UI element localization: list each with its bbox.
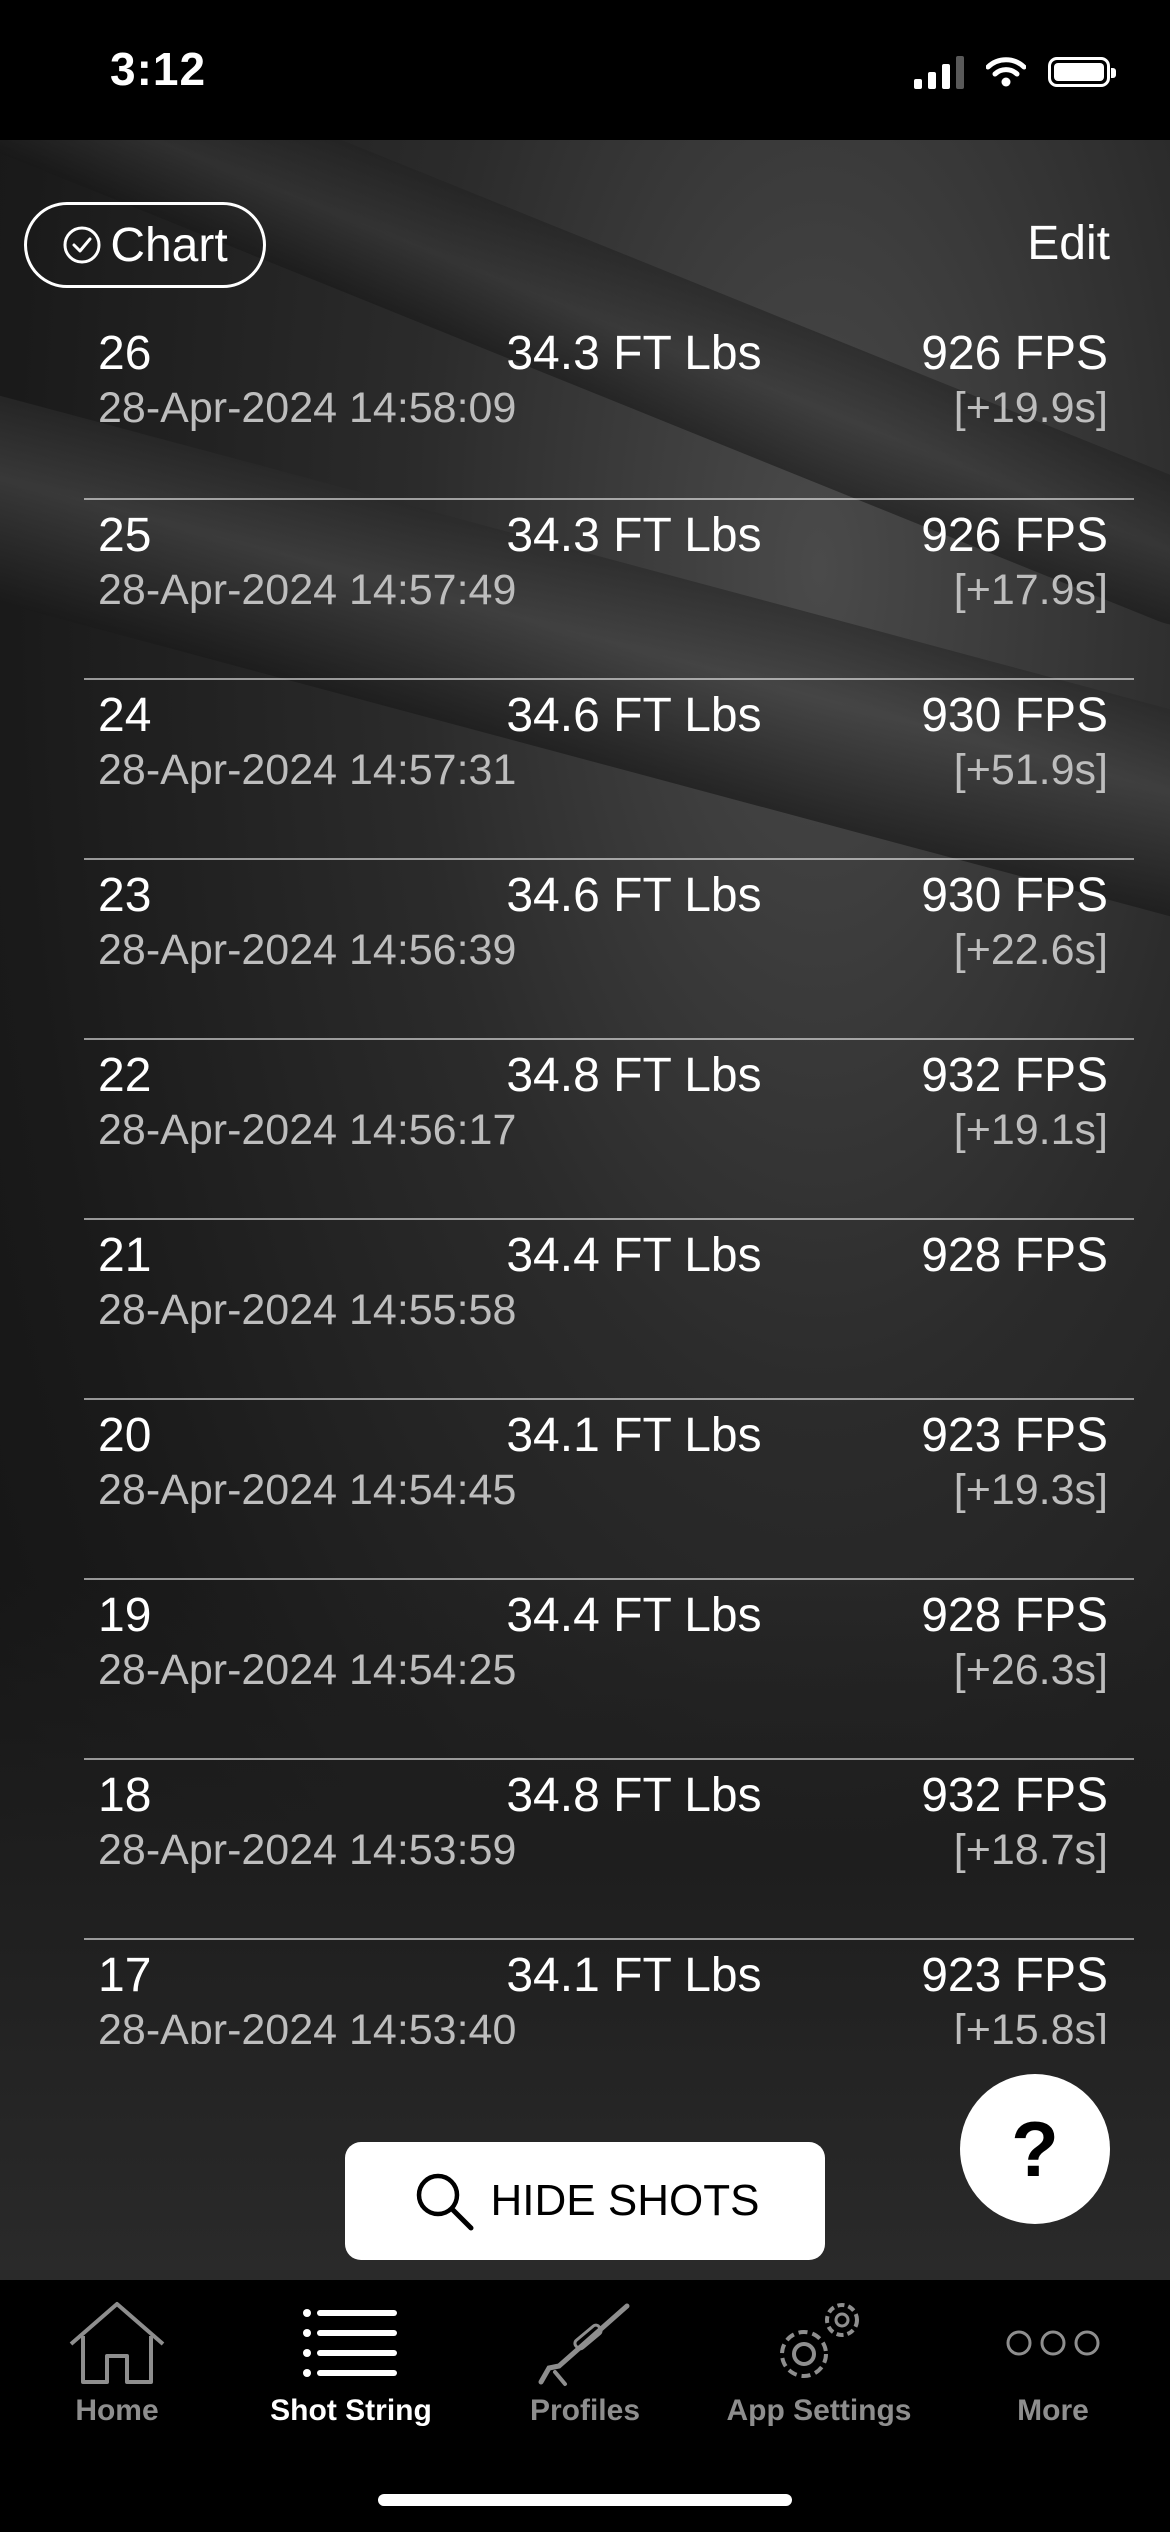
edit-button[interactable]: Edit — [1027, 216, 1110, 271]
shot-row[interactable]: 26 34.3 FT Lbs 926 FPS 28-Apr-2024 14:58… — [84, 318, 1134, 498]
shot-timestamp: 28-Apr-2024 14:56:17 — [98, 1106, 517, 1154]
shot-timestamp: 28-Apr-2024 14:56:39 — [98, 926, 517, 974]
status-icons — [914, 52, 1116, 92]
shot-velocity: 928 FPS — [921, 1589, 1108, 1642]
shot-velocity: 932 FPS — [921, 1769, 1108, 1822]
tab-label: Shot String — [270, 2394, 432, 2427]
home-indicator — [378, 2494, 792, 2506]
shot-energy: 34.1 FT Lbs — [506, 1409, 762, 1462]
wifi-icon — [986, 57, 1026, 87]
shot-number: 24 — [98, 689, 152, 742]
shot-number: 21 — [98, 1229, 152, 1282]
shot-interval: [+15.8s] — [953, 2006, 1108, 2044]
shot-energy: 34.3 FT Lbs — [506, 327, 762, 380]
tab-home[interactable]: Home — [0, 2298, 234, 2438]
shot-timestamp: 28-Apr-2024 14:53:59 — [98, 1826, 517, 1874]
shot-energy: 34.8 FT Lbs — [506, 1049, 762, 1102]
tab-label: Home — [75, 2394, 159, 2427]
shot-number: 26 — [98, 327, 152, 380]
rifle-icon — [538, 2303, 630, 2386]
hide-shots-label: HIDE SHOTS — [490, 2176, 760, 2225]
tab-profiles[interactable]: Profiles — [468, 2298, 702, 2438]
tab-shot-string[interactable]: Shot String — [234, 2298, 468, 2438]
shot-energy: 34.4 FT Lbs — [506, 1229, 762, 1282]
shot-number: 20 — [98, 1409, 152, 1462]
shot-energy: 34.6 FT Lbs — [506, 869, 762, 922]
shot-row[interactable]: 21 34.4 FT Lbs 928 FPS 28-Apr-2024 14:55… — [84, 1218, 1134, 1398]
shot-timestamp: 28-Apr-2024 14:53:40 — [98, 2006, 517, 2044]
shot-timestamp: 28-Apr-2024 14:54:45 — [98, 1466, 517, 1514]
shot-timestamp: 28-Apr-2024 14:54:25 — [98, 1646, 517, 1694]
shot-velocity: 932 FPS — [921, 1049, 1108, 1102]
chart-toggle-button[interactable]: Chart — [24, 202, 266, 288]
shot-interval: [+22.6s] — [953, 926, 1108, 974]
shot-energy: 34.4 FT Lbs — [506, 1589, 762, 1642]
more-icon — [1006, 2330, 1100, 2356]
tab-label: More — [1017, 2394, 1089, 2427]
shot-interval: [+51.9s] — [953, 746, 1108, 794]
shot-energy: 34.8 FT Lbs — [506, 1769, 762, 1822]
shot-row[interactable]: 20 34.1 FT Lbs 923 FPS 28-Apr-2024 14:54… — [84, 1398, 1134, 1578]
shot-number: 18 — [98, 1769, 152, 1822]
shot-number: 22 — [98, 1049, 152, 1102]
shot-number: 23 — [98, 869, 152, 922]
search-icon — [416, 2173, 474, 2231]
shot-row[interactable]: 18 34.8 FT Lbs 932 FPS 28-Apr-2024 14:53… — [84, 1758, 1134, 1938]
shot-velocity: 928 FPS — [921, 1229, 1108, 1282]
home-icon — [69, 2302, 165, 2384]
shot-velocity: 930 FPS — [921, 689, 1108, 742]
shot-row[interactable]: 23 34.6 FT Lbs 930 FPS 28-Apr-2024 14:56… — [84, 858, 1134, 1038]
hide-shots-button[interactable]: HIDE SHOTS — [345, 2142, 825, 2260]
shot-timestamp: 28-Apr-2024 14:55:58 — [98, 1286, 517, 1334]
tab-app-settings[interactable]: App Settings — [702, 2298, 936, 2438]
tab-more[interactable]: More — [936, 2298, 1170, 2438]
list-icon — [303, 2309, 397, 2377]
shot-velocity: 926 FPS — [921, 509, 1108, 562]
cellular-signal-icon — [914, 55, 964, 89]
shot-row[interactable]: 17 34.1 FT Lbs 923 FPS 28-Apr-2024 14:53… — [84, 1938, 1134, 2044]
battery-icon — [1048, 57, 1116, 87]
shot-interval: [+19.3s] — [953, 1466, 1108, 1514]
tab-label: Profiles — [529, 2394, 641, 2427]
status-time: 3:12 — [110, 43, 207, 95]
shot-number: 17 — [98, 1949, 152, 2002]
check-circle-icon — [63, 226, 101, 264]
status-bar: 3:12 — [0, 0, 1170, 140]
shot-velocity: 923 FPS — [921, 1409, 1108, 1462]
shot-row[interactable]: 25 34.3 FT Lbs 926 FPS 28-Apr-2024 14:57… — [84, 498, 1134, 678]
shot-interval: [+17.9s] — [953, 566, 1108, 614]
help-button[interactable]: ? — [960, 2074, 1110, 2224]
shot-velocity: 926 FPS — [921, 327, 1108, 380]
shot-energy: 34.3 FT Lbs — [506, 509, 762, 562]
shot-timestamp: 28-Apr-2024 14:57:49 — [98, 566, 517, 614]
shot-interval: [+18.7s] — [953, 1826, 1108, 1874]
chart-label: Chart — [110, 218, 228, 272]
shot-number: 25 — [98, 509, 152, 562]
shot-row[interactable]: 22 34.8 FT Lbs 932 FPS 28-Apr-2024 14:56… — [84, 1038, 1134, 1218]
shot-energy: 34.6 FT Lbs — [506, 689, 762, 742]
shot-interval: [+19.1s] — [953, 1106, 1108, 1154]
gear-icon — [780, 2303, 859, 2378]
shot-number: 19 — [98, 1589, 152, 1642]
tab-label: App Settings — [726, 2394, 912, 2427]
shot-velocity: 930 FPS — [921, 869, 1108, 922]
shot-timestamp: 28-Apr-2024 14:57:31 — [98, 746, 517, 794]
shot-interval: [+26.3s] — [953, 1646, 1108, 1694]
shot-row[interactable]: 24 34.6 FT Lbs 930 FPS 28-Apr-2024 14:57… — [84, 678, 1134, 858]
shot-velocity: 923 FPS — [921, 1949, 1108, 2002]
shot-list[interactable]: 26 34.3 FT Lbs 926 FPS 28-Apr-2024 14:58… — [84, 318, 1134, 2044]
shot-timestamp: 28-Apr-2024 14:58:09 — [98, 384, 517, 432]
shot-row[interactable]: 19 34.4 FT Lbs 928 FPS 28-Apr-2024 14:54… — [84, 1578, 1134, 1758]
shot-energy: 34.1 FT Lbs — [506, 1949, 762, 2002]
shot-interval: [+19.9s] — [953, 384, 1108, 432]
